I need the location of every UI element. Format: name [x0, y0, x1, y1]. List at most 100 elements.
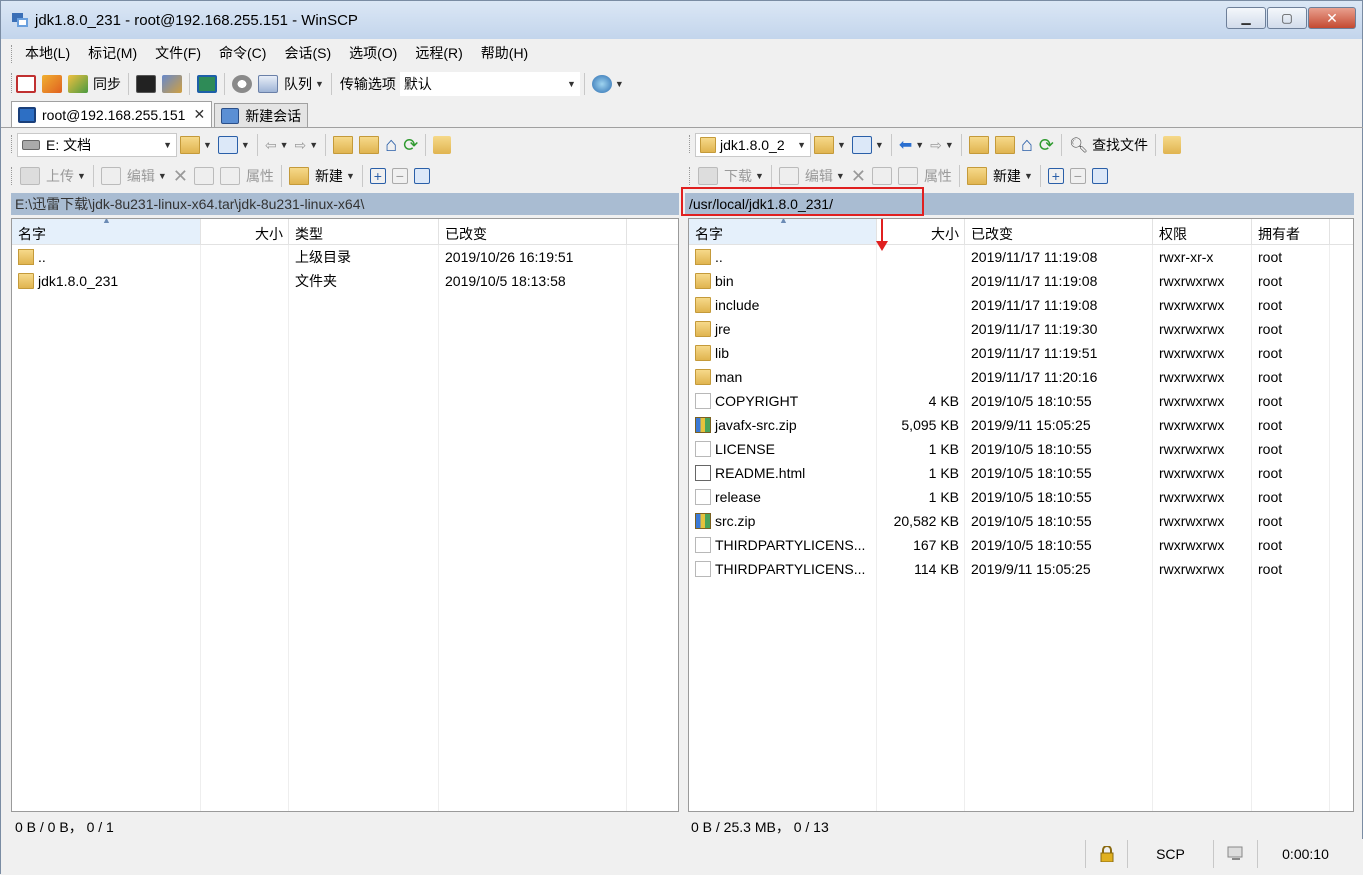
- local-file-row[interactable]: .. 上级目录 2019/10/26 16:19:51: [12, 245, 678, 269]
- remote-edit-button[interactable]: 编辑 ▼: [776, 163, 848, 189]
- local-col-size[interactable]: 大小: [201, 219, 289, 244]
- remote-file-cell-rights: rwxrwxrwx: [1159, 489, 1225, 505]
- remote-col-size[interactable]: 大小: [877, 219, 965, 244]
- local-rename-button[interactable]: [191, 163, 217, 189]
- tab-new-session[interactable]: 新建会话: [214, 103, 309, 127]
- menu-help[interactable]: 帮助(H): [469, 43, 534, 63]
- synchronize-button[interactable]: 同步: [65, 71, 124, 97]
- local-open-folder-button[interactable]: ▼: [177, 132, 215, 158]
- remote-file-cell-name: COPYRIGHT: [689, 393, 877, 409]
- local-drive-select[interactable]: E: 文档 ▼: [17, 133, 177, 157]
- remote-filter2-button[interactable]: [1089, 163, 1111, 189]
- remote-file-row[interactable]: LICENSE 1 KB 2019/10/5 18:10:55 rwxrwxrwx ro…: [689, 437, 1353, 461]
- download-button[interactable]: 下载 ▼: [695, 163, 767, 189]
- refresh-session-button[interactable]: [194, 71, 220, 97]
- remote-file-list[interactable]: ▲ 名字 大小 已改变 权限 拥有者 .. 2019/11/17 11:19:08 r…: [688, 218, 1354, 812]
- menu-file[interactable]: 文件(F): [143, 43, 207, 63]
- globe-button[interactable]: ▼: [589, 71, 627, 97]
- remote-unselect-button[interactable]: −: [1067, 163, 1089, 189]
- local-file-row[interactable]: jdk1.8.0_231 文件夹 2019/10/5 18:13:58: [12, 269, 678, 293]
- local-forward-button[interactable]: ⇨ ▼: [292, 132, 322, 158]
- open-folder-icon: [814, 136, 834, 154]
- sync-browse-button[interactable]: [39, 71, 65, 97]
- putty-button[interactable]: [159, 71, 185, 97]
- transfer-settings-select[interactable]: 默认 ▼: [399, 72, 580, 96]
- remote-dir-select[interactable]: jdk1.8.0_2 ▼: [695, 133, 811, 157]
- remote-col-owner[interactable]: 拥有者: [1252, 219, 1330, 244]
- local-file-list[interactable]: ▲ 名字 大小 类型 已改变 .. 上级目录 2019/10/26 16:19:51 j…: [11, 218, 679, 812]
- local-new-button[interactable]: 新建 ▼: [286, 163, 358, 189]
- remote-col-name[interactable]: ▲ 名字: [689, 219, 877, 244]
- remote-file-row[interactable]: THIRDPARTYLICENS... 167 KB 2019/10/5 18:10…: [689, 533, 1353, 557]
- menu-session[interactable]: 会话(S): [272, 43, 337, 63]
- remote-properties-button[interactable]: 属性: [895, 163, 955, 189]
- remote-file-row[interactable]: jre 2019/11/17 11:19:30 rwxrwxrwx root: [689, 317, 1353, 341]
- remote-col-rights[interactable]: 权限: [1153, 219, 1252, 244]
- remote-file-cell-owner: root: [1258, 441, 1283, 457]
- remote-file-row[interactable]: release 1 KB 2019/10/5 18:10:55 rwxrwxrwx ro…: [689, 485, 1353, 509]
- local-properties-button[interactable]: 属性: [217, 163, 277, 189]
- local-unselect-button[interactable]: −: [389, 163, 411, 189]
- minimize-button[interactable]: ▁: [1226, 7, 1266, 29]
- remote-file-row[interactable]: .. 2019/11/17 11:19:08 rwxr-xr-x root: [689, 245, 1353, 269]
- local-edit-button[interactable]: 编辑 ▼: [98, 163, 170, 189]
- menu-remote[interactable]: 远程(R): [403, 43, 468, 63]
- remote-file-row[interactable]: bin 2019/11/17 11:19:08 rwxrwxrwx root: [689, 269, 1353, 293]
- tab-session[interactable]: root@192.168.255.151 ✕: [11, 101, 213, 127]
- local-delete-button[interactable]: ✕: [170, 163, 191, 189]
- remote-filter-button[interactable]: ▼: [849, 132, 887, 158]
- remote-back-button[interactable]: ⬅ ▼: [896, 132, 927, 158]
- remote-file-row[interactable]: THIRDPARTYLICENS... 114 KB 2019/9/11 15:05…: [689, 557, 1353, 581]
- remote-file-cell-owner: root: [1258, 345, 1283, 361]
- remote-refresh-button[interactable]: ⟳: [1036, 132, 1057, 158]
- local-filter2-button[interactable]: [411, 163, 433, 189]
- upload-button[interactable]: 上传 ▼: [17, 163, 89, 189]
- remote-file-row[interactable]: man 2019/11/17 11:20:16 rwxrwxrwx root: [689, 365, 1353, 389]
- local-path-bar[interactable]: E:\迅雷下载\jdk-8u231-linux-x64.tar\jdk-8u23…: [11, 193, 679, 215]
- remote-forward-button[interactable]: ⇨ ▼: [927, 132, 957, 158]
- remote-new-button[interactable]: 新建 ▼: [964, 163, 1036, 189]
- menu-commands[interactable]: 命令(C): [207, 43, 272, 63]
- preferences-button[interactable]: [229, 71, 255, 97]
- local-refresh-button[interactable]: ⟳: [400, 132, 421, 158]
- remote-file-row[interactable]: javafx-src.zip 5,095 KB 2019/9/11 15:05:25…: [689, 413, 1353, 437]
- remote-root-dir-button[interactable]: [992, 132, 1018, 158]
- remote-file-cell-size: 1 KB: [928, 441, 959, 457]
- terminal-button[interactable]: [133, 71, 159, 97]
- remote-file-row[interactable]: include 2019/11/17 11:19:08 rwxrwxrwx root: [689, 293, 1353, 317]
- remote-file-row[interactable]: COPYRIGHT 4 KB 2019/10/5 18:10:55 rwxrwxrwx…: [689, 389, 1353, 413]
- close-button[interactable]: ✕: [1308, 7, 1356, 29]
- remote-open-folder-button[interactable]: ▼: [811, 132, 849, 158]
- menu-options[interactable]: 选项(O): [337, 43, 403, 63]
- menu-mark[interactable]: 标记(M): [76, 43, 143, 63]
- compare-dirs-button[interactable]: [13, 71, 39, 97]
- remote-parent-dir-button[interactable]: [966, 132, 992, 158]
- local-tree-button[interactable]: [430, 132, 454, 158]
- local-back-button[interactable]: ⇦ ▼: [262, 132, 292, 158]
- find-files-button[interactable]: 🔍︎ 查找文件: [1066, 132, 1151, 158]
- remote-rename-button[interactable]: [869, 163, 895, 189]
- local-col-type[interactable]: 类型: [289, 219, 439, 244]
- remote-file-row[interactable]: src.zip 20,582 KB 2019/10/5 18:10:55 rwxrwx…: [689, 509, 1353, 533]
- local-col-name[interactable]: ▲ 名字: [12, 219, 201, 244]
- queue-button[interactable]: 队列 ▼: [255, 71, 327, 97]
- local-filter-button[interactable]: ▼: [215, 132, 253, 158]
- remote-delete-button[interactable]: ✕: [848, 163, 869, 189]
- properties-icon: [219, 167, 240, 185]
- local-select-button[interactable]: +: [367, 163, 389, 189]
- remote-tree-button[interactable]: [1160, 132, 1184, 158]
- local-parent-dir-button[interactable]: [330, 132, 356, 158]
- remote-file-row[interactable]: lib 2019/11/17 11:19:51 rwxrwxrwx root: [689, 341, 1353, 365]
- remote-file-cell-changed: 2019/11/17 11:19:08: [971, 249, 1098, 265]
- local-home-button[interactable]: ⌂: [382, 132, 400, 158]
- remote-home-button[interactable]: ⌂: [1018, 132, 1036, 158]
- maximize-button[interactable]: ▢: [1267, 7, 1307, 29]
- remote-file-row[interactable]: README.html 1 KB 2019/10/5 18:10:55 rwxrwxr…: [689, 461, 1353, 485]
- menu-local[interactable]: 本地(L): [13, 43, 76, 63]
- remote-select-button[interactable]: +: [1045, 163, 1067, 189]
- close-icon[interactable]: ✕: [193, 106, 205, 123]
- remote-col-changed[interactable]: 已改变: [965, 219, 1153, 244]
- local-root-dir-button[interactable]: [356, 132, 382, 158]
- local-col-changed[interactable]: 已改变: [439, 219, 627, 244]
- upload-icon: [20, 167, 40, 185]
